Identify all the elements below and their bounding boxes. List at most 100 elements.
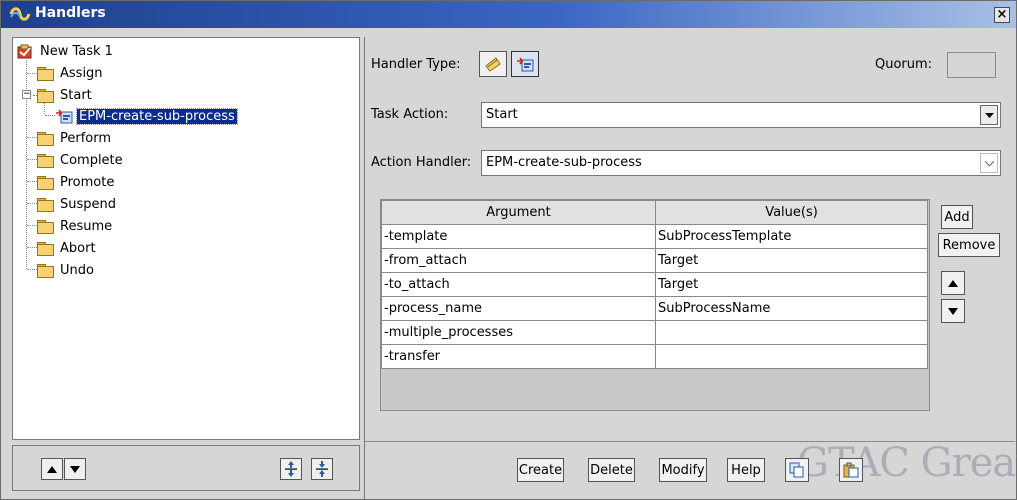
- remove-button[interactable]: Remove: [938, 233, 1000, 257]
- handler-icon: [56, 109, 73, 124]
- tree-connector: [27, 269, 37, 270]
- task-action-select[interactable]: Start: [481, 102, 1001, 128]
- copy-button[interactable]: [785, 458, 809, 482]
- handler-details: Handler Type: Quorum: Task Action: Start: [364, 37, 1015, 441]
- tree-item-label: New Task 1: [40, 43, 113, 59]
- folder-icon: [37, 241, 54, 256]
- modify-button[interactable]: Modify: [659, 458, 707, 482]
- value-cell[interactable]: Target: [655, 272, 928, 297]
- argument-table[interactable]: Argument Value(s) -template SubProcessTe…: [381, 200, 928, 369]
- value-cell[interactable]: [655, 320, 928, 345]
- column-header-values[interactable]: Value(s): [655, 200, 928, 225]
- tree-item-complete[interactable]: Complete: [37, 150, 125, 170]
- collapse-icon[interactable]: −: [22, 90, 31, 99]
- tree-connector: [27, 137, 37, 138]
- close-icon: ×: [996, 7, 1008, 22]
- watermark-text: GTAC Great: [797, 440, 1017, 486]
- table-row[interactable]: -transfer: [381, 344, 928, 369]
- action-handler-label: Action Handler:: [371, 155, 472, 170]
- tree-item-undo[interactable]: Undo: [37, 260, 96, 280]
- paste-button[interactable]: [839, 458, 863, 482]
- collapse-all-button[interactable]: [311, 458, 333, 480]
- tree-item-label: EPM-create-sub-process: [76, 107, 238, 125]
- title-bar[interactable]: Handlers ×: [1, 1, 1016, 28]
- chevron-down-icon: [984, 160, 994, 166]
- tree-item-epm-create-sub-process[interactable]: EPM-create-sub-process: [55, 106, 238, 126]
- help-button[interactable]: Help: [727, 458, 765, 482]
- expand-all-button[interactable]: [280, 458, 302, 480]
- value-cell[interactable]: SubProcessTemplate: [655, 224, 928, 249]
- argument-cell[interactable]: -template: [381, 224, 656, 249]
- tree-item-label: Start: [60, 87, 92, 103]
- dropdown-arrow-button[interactable]: [980, 105, 998, 125]
- expand-icon: [285, 461, 297, 477]
- arrow-up-icon: [948, 279, 958, 287]
- tree-item-label: Assign: [60, 65, 103, 81]
- action-handler-button[interactable]: [511, 51, 539, 77]
- arrow-down-icon: [70, 465, 80, 473]
- table-row[interactable]: -from_attach Target: [381, 248, 928, 273]
- argument-cell[interactable]: -transfer: [381, 344, 656, 369]
- folder-icon: [37, 263, 54, 278]
- app-logo-icon: [9, 7, 31, 21]
- tree-item-label: Resume: [60, 218, 113, 234]
- action-handler-select[interactable]: EPM-create-sub-process: [481, 150, 1001, 176]
- window-title: Handlers: [35, 5, 106, 21]
- table-header-row: Argument Value(s): [381, 200, 928, 225]
- table-row[interactable]: -multiple_processes: [381, 320, 928, 345]
- tree-connector: [45, 115, 55, 116]
- value-cell[interactable]: Target: [655, 248, 928, 273]
- close-button[interactable]: ×: [994, 7, 1010, 23]
- create-button[interactable]: Create: [517, 458, 564, 482]
- table-row[interactable]: -to_attach Target: [381, 272, 928, 297]
- tree-toolbar: [12, 445, 360, 491]
- dropdown-arrow-button[interactable]: [980, 153, 998, 173]
- move-argument-up-button[interactable]: [941, 271, 965, 295]
- action-handler-value: EPM-create-sub-process: [486, 155, 642, 170]
- column-header-argument[interactable]: Argument: [381, 200, 656, 225]
- folder-icon: [37, 175, 54, 190]
- quorum-input[interactable]: [947, 52, 996, 78]
- tree-item-resume[interactable]: Resume: [37, 216, 114, 236]
- tree-item-new-task-1[interactable]: New Task 1: [17, 41, 115, 61]
- delete-button[interactable]: Delete: [588, 458, 635, 482]
- tree-item-label: Promote: [60, 174, 115, 190]
- tree-connector: [27, 203, 37, 204]
- tree-item-suspend[interactable]: Suspend: [37, 194, 118, 214]
- tree-connector: [27, 159, 37, 160]
- tree-item-perform[interactable]: Perform: [37, 128, 113, 148]
- add-button[interactable]: Add: [941, 205, 973, 229]
- move-down-button[interactable]: [64, 458, 86, 480]
- table-row[interactable]: -process_name SubProcessName: [381, 296, 928, 321]
- argument-cell[interactable]: -to_attach: [381, 272, 656, 297]
- value-cell[interactable]: [655, 344, 928, 369]
- folder-open-icon: [37, 88, 54, 103]
- task-action-label: Task Action:: [371, 107, 449, 122]
- tree-item-assign[interactable]: Assign: [37, 63, 105, 83]
- move-up-button[interactable]: [41, 458, 63, 480]
- action-handler-icon: [517, 57, 534, 72]
- tree-item-start[interactable]: Start: [37, 85, 94, 105]
- move-argument-down-button[interactable]: [941, 299, 965, 323]
- tree-item-label: Complete: [60, 152, 123, 168]
- tree-item-abort[interactable]: Abort: [37, 238, 98, 258]
- argument-cell[interactable]: -process_name: [381, 296, 656, 321]
- argument-cell[interactable]: -from_attach: [381, 248, 656, 273]
- quorum-label: Quorum:: [875, 57, 933, 72]
- argument-table-container[interactable]: Argument Value(s) -template SubProcessTe…: [380, 199, 930, 411]
- folder-icon: [37, 66, 54, 81]
- handler-type-label: Handler Type:: [371, 57, 461, 72]
- folder-icon: [37, 131, 54, 146]
- action-toolbar: GTAC Great Create Delete Modify Help: [364, 440, 1017, 499]
- argument-cell[interactable]: -multiple_processes: [381, 320, 656, 345]
- tree-item-promote[interactable]: Promote: [37, 172, 116, 192]
- value-cell[interactable]: SubProcessName: [655, 296, 928, 321]
- table-row[interactable]: -template SubProcessTemplate: [381, 224, 928, 249]
- tree-connector: [27, 225, 37, 226]
- collapse-icon: [316, 461, 328, 477]
- rule-handler-button[interactable]: [479, 51, 507, 77]
- folder-icon: [37, 153, 54, 168]
- task-icon: [17, 44, 32, 58]
- rule-handler-icon: [485, 57, 501, 72]
- handler-tree[interactable]: New Task 1 Assign − Start EPM-create-sub…: [12, 37, 360, 440]
